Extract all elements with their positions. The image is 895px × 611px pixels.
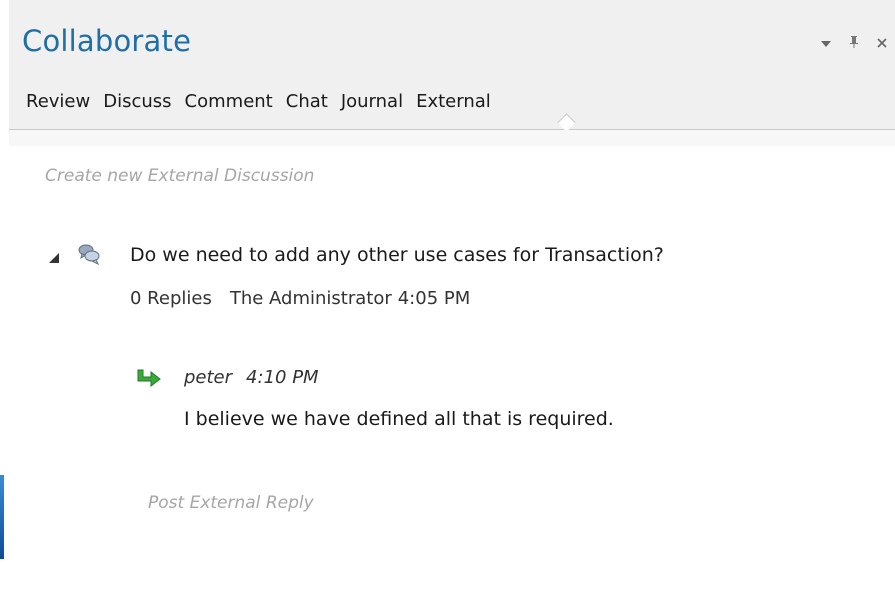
tab-bar: Review Discuss Comment Chat Journal Exte… <box>9 80 895 132</box>
window-controls <box>819 34 889 53</box>
tab-chat[interactable]: Chat <box>286 91 341 112</box>
reply-author: peter <box>184 367 233 388</box>
panel-title: Collaborate <box>22 24 192 58</box>
close-icon[interactable] <box>875 34 889 53</box>
replies-count[interactable]: 0 Replies <box>130 288 212 309</box>
reply-text: I believe we have defined all that is re… <box>184 408 614 430</box>
tabs: Review Discuss Comment Chat Journal Exte… <box>26 91 504 112</box>
discussion-meta: 0 Replies The Administrator 4:05 PM <box>130 288 488 309</box>
discussion-icon <box>77 242 101 266</box>
title-bar: Collaborate <box>9 0 895 80</box>
tab-comment[interactable]: Comment <box>185 91 286 112</box>
discussion-author: The Administrator <box>229 288 392 309</box>
tab-external[interactable]: External <box>416 91 504 112</box>
reply-arrow-icon <box>136 369 162 388</box>
discussion-question[interactable]: Do we need to add any other use cases fo… <box>130 244 664 266</box>
collaborate-panel: Collaborate Review Discuss Comment Chat … <box>9 0 895 611</box>
reply-header: peter 4:10 PM <box>184 367 319 388</box>
discussion-time: 4:05 PM <box>397 288 471 309</box>
content-top-strip <box>9 130 895 146</box>
reply-time: 4:10 PM <box>246 367 319 388</box>
pin-icon[interactable] <box>847 34 861 53</box>
active-tab-indicator <box>557 113 576 132</box>
dropdown-arrow-icon[interactable] <box>819 34 833 53</box>
post-reply-input[interactable]: Post External Reply <box>148 493 314 513</box>
collapse-arrow-icon[interactable] <box>49 253 59 263</box>
tab-journal[interactable]: Journal <box>341 91 416 112</box>
tab-review[interactable]: Review <box>26 91 103 112</box>
selection-accent-bar <box>0 475 4 559</box>
create-discussion-input[interactable]: Create new External Discussion <box>45 166 314 186</box>
tab-discuss[interactable]: Discuss <box>103 91 184 112</box>
